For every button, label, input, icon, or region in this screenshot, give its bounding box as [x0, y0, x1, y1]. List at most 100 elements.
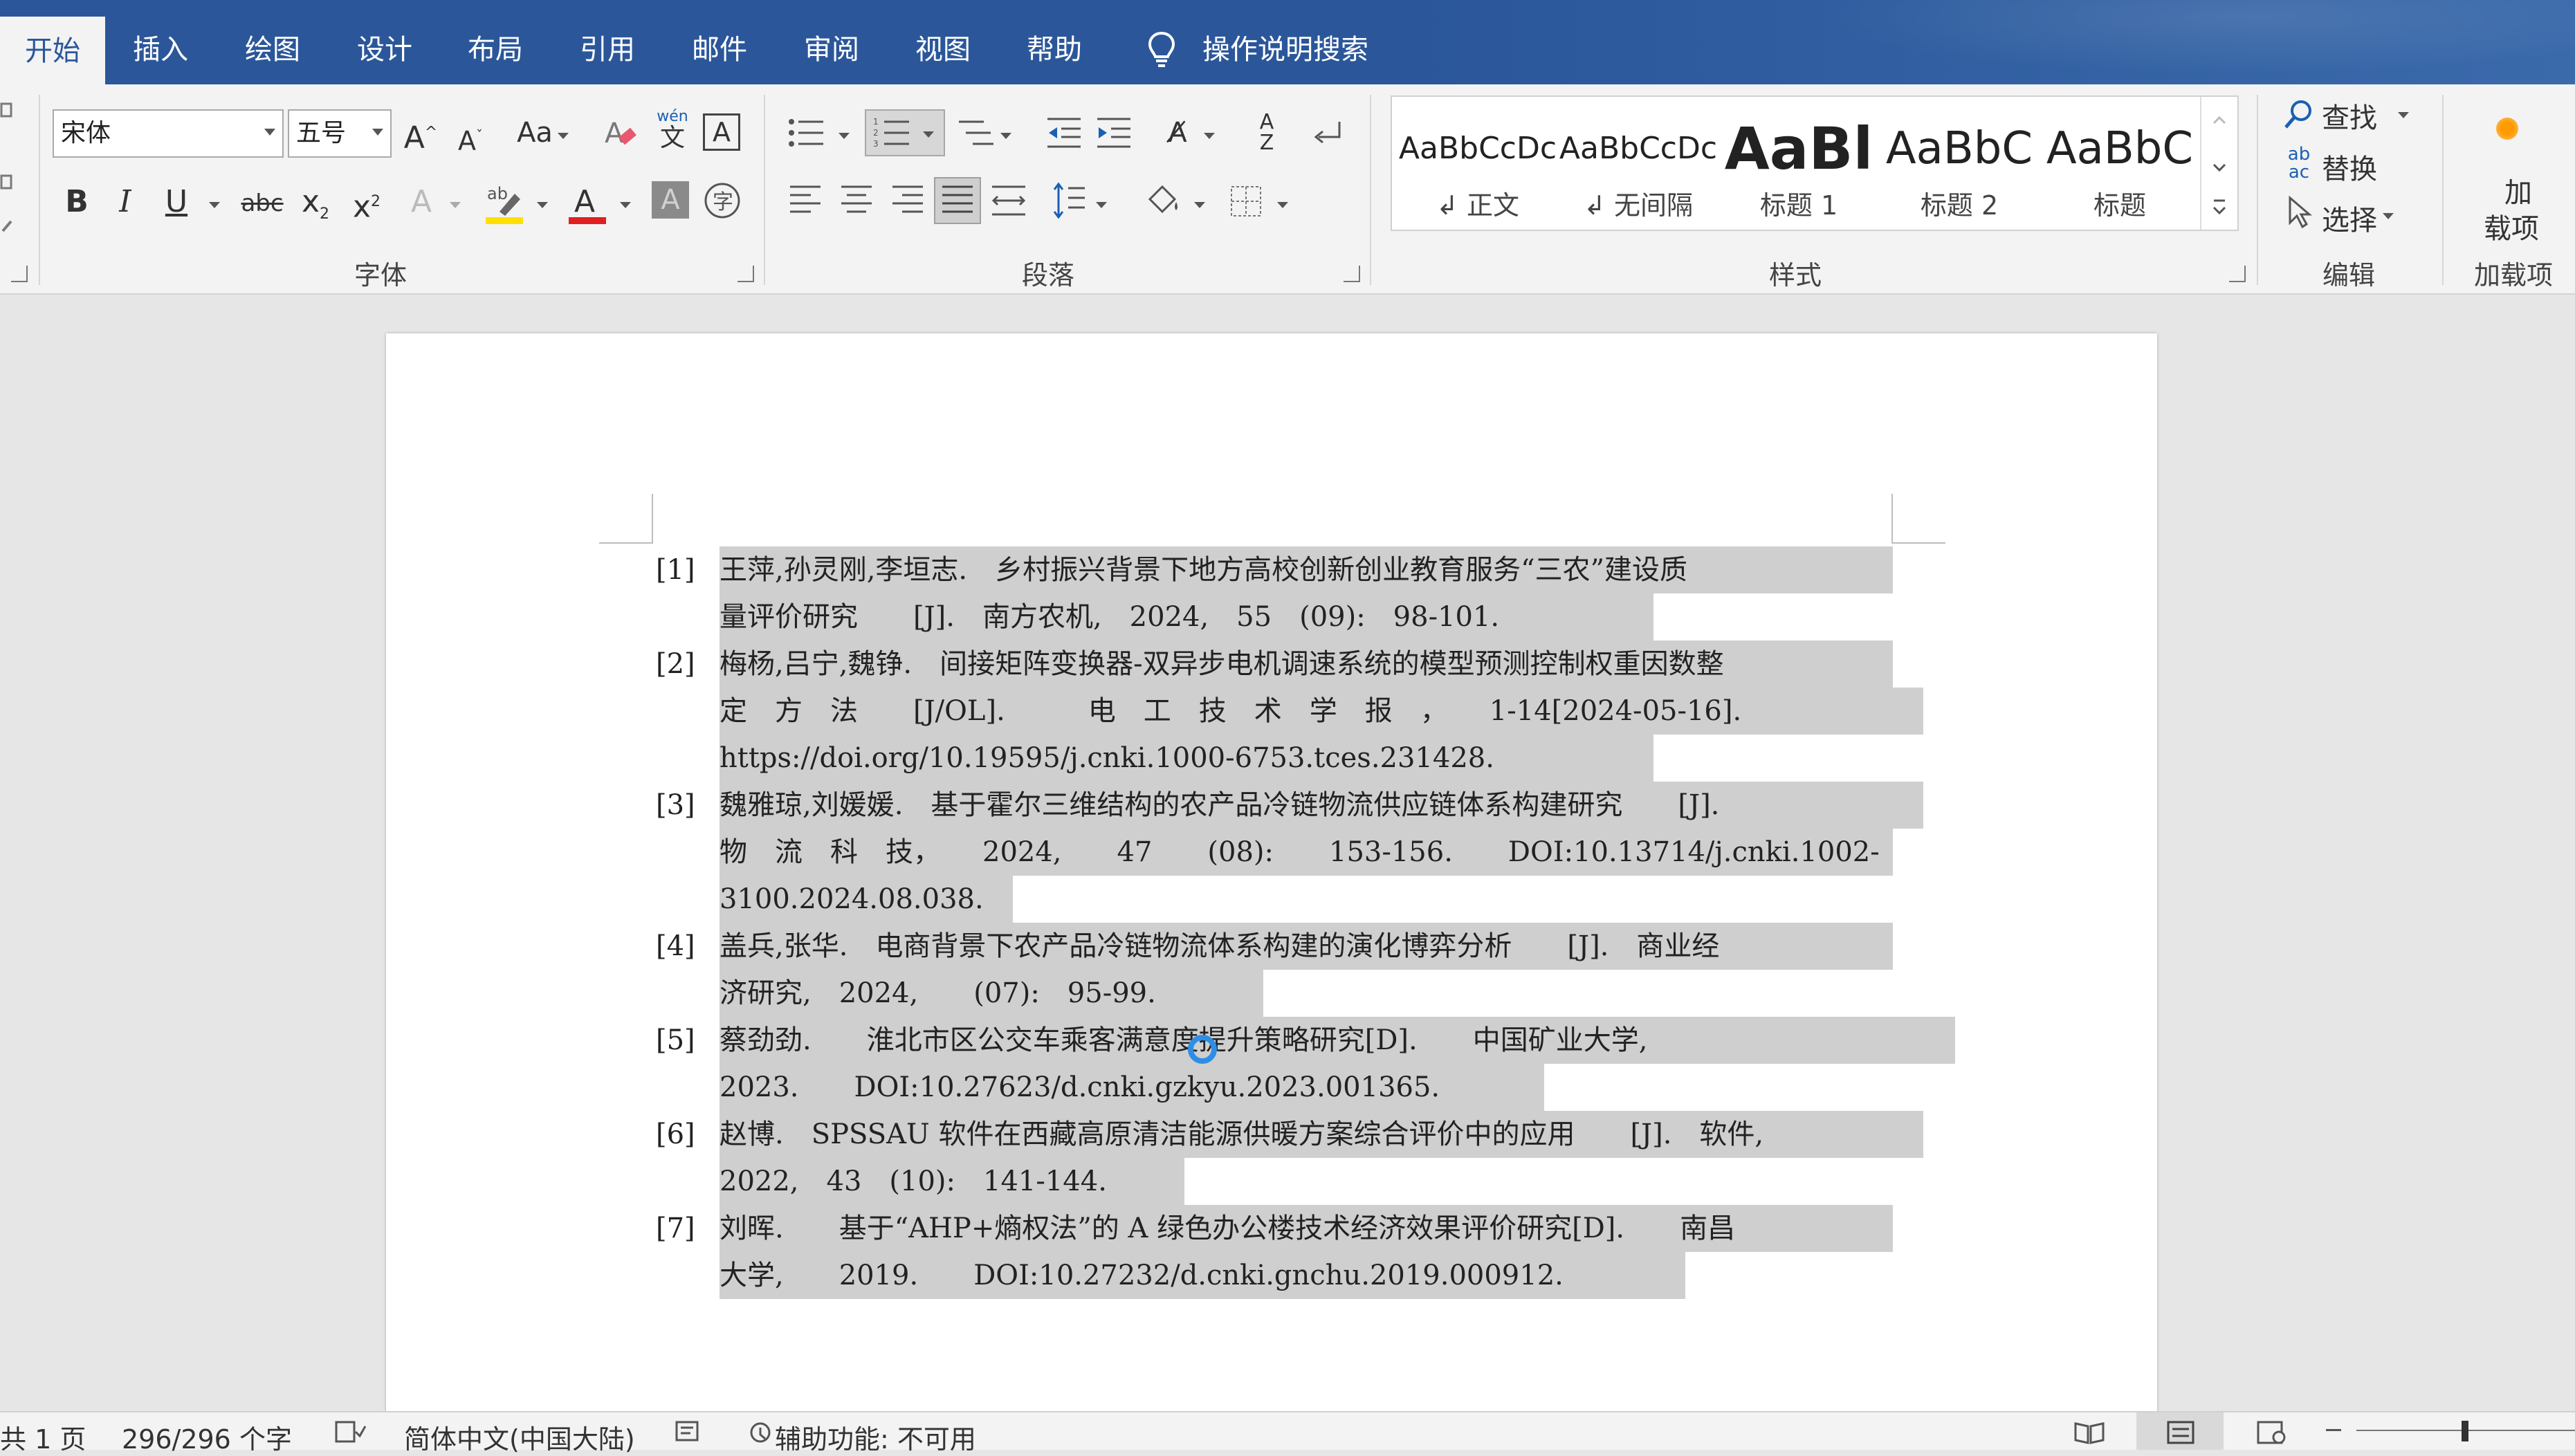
tab-view[interactable]: 视图: [908, 15, 978, 84]
style-heading-2[interactable]: AaBbC 标题 2: [1879, 97, 2040, 230]
distributed-icon[interactable]: [991, 183, 1027, 219]
reference-line[interactable]: 量评价研究 [J]. 南方农机, 2024, 55 (09): 98-101.: [720, 593, 1499, 641]
chevron-down-icon[interactable]: [1277, 202, 1288, 208]
language-indicator[interactable]: 简体中文(中国大陆): [404, 1418, 635, 1456]
reference-line[interactable]: 王萍,孙灵刚,李垣志. 乡村振兴背景下地方高校创新创业教育服务“三农”建设质: [720, 546, 1687, 593]
font-size-box[interactable]: 五号: [288, 109, 392, 158]
clipboard-icons[interactable]: [0, 98, 17, 320]
styles-dialog-launcher-icon[interactable]: [2229, 266, 2246, 282]
zoom-out-icon[interactable]: [2326, 1429, 2341, 1431]
chevron-down-icon[interactable]: [923, 131, 934, 138]
track-changes-icon[interactable]: [675, 1421, 706, 1443]
chevron-down-icon[interactable]: [2398, 112, 2409, 118]
change-case-icon[interactable]: Aa: [511, 112, 559, 154]
clipboard-launcher-icon[interactable]: [11, 266, 28, 282]
proofing-icon[interactable]: [335, 1421, 367, 1443]
multilevel-list-icon[interactable]: [956, 116, 995, 149]
reference-line[interactable]: 魏雅琼,刘媛媛. 基于霍尔三维结构的农产品冷链物流供应链体系构建研究 [J].: [720, 782, 1719, 829]
tab-insert[interactable]: 插入: [126, 15, 195, 84]
chevron-down-icon[interactable]: [1194, 202, 1205, 208]
show-formatting-marks-icon[interactable]: [1312, 119, 1345, 149]
style-heading-1[interactable]: AaBl 标题 1: [1719, 97, 1879, 230]
zoom-slider-thumb[interactable]: [2462, 1421, 2468, 1441]
tab-help[interactable]: 帮助: [1020, 15, 1089, 84]
increase-indent-icon[interactable]: [1096, 116, 1132, 149]
tab-design[interactable]: 设计: [350, 15, 419, 84]
replace-icon[interactable]: ab ac: [2280, 145, 2318, 181]
tab-references[interactable]: 引用: [573, 15, 642, 84]
font-name-box[interactable]: 宋体: [53, 109, 284, 158]
replace-button[interactable]: 替换: [2322, 147, 2377, 187]
lightbulb-icon[interactable]: [1146, 30, 1177, 69]
enclose-characters-icon[interactable]: 字: [703, 181, 742, 220]
chevron-down-icon[interactable]: [1096, 202, 1107, 208]
phonetic-guide-icon[interactable]: wén 文: [653, 109, 692, 152]
tab-home[interactable]: 开始: [0, 17, 105, 84]
style-title[interactable]: AaBbC 标题: [2040, 97, 2200, 230]
tab-review[interactable]: 审阅: [797, 15, 866, 84]
tab-layout[interactable]: 布局: [461, 15, 530, 84]
addins-button-line2[interactable]: 载项: [2478, 206, 2545, 246]
subscript-icon[interactable]: x2: [296, 181, 335, 235]
text-effects-icon[interactable]: A: [404, 181, 439, 223]
reference-line[interactable]: 刘晖. 基于“AHP+熵权法”的 A 绿色办公楼技术经济效果评价研究[D]. 南…: [720, 1205, 1735, 1252]
character-shading-icon[interactable]: A: [652, 181, 689, 219]
reference-line[interactable]: 济研究, 2024, (07): 95-99.: [720, 970, 1156, 1017]
tab-draw[interactable]: 绘图: [238, 15, 307, 84]
bold-icon[interactable]: B: [59, 181, 94, 223]
reference-line[interactable]: 赵博. SPSSAU 软件在西藏高原清洁能源供暖方案综合评价中的应用 [J]. …: [720, 1111, 1763, 1158]
chevron-down-icon[interactable]: [1000, 133, 1011, 139]
style-no-spacing[interactable]: AaBbCcDc ↲ 无间隔: [1558, 97, 1719, 230]
align-left-icon[interactable]: [789, 183, 822, 219]
reference-line[interactable]: 3100.2024.08.038.: [720, 876, 984, 923]
text-direction-icon[interactable]: A̸: [1158, 112, 1197, 154]
select-button[interactable]: 选择: [2322, 198, 2377, 238]
addins-icon[interactable]: [2496, 118, 2518, 140]
shrink-font-icon[interactable]: Aˇ: [450, 115, 491, 162]
strikethrough-icon[interactable]: abc: [239, 183, 285, 224]
chevron-down-icon[interactable]: [264, 129, 275, 136]
chevron-down-icon[interactable]: [1204, 133, 1215, 139]
word-count[interactable]: 296/296 个字: [122, 1418, 292, 1456]
chevron-down-icon[interactable]: [620, 202, 631, 208]
paragraph-dialog-launcher-icon[interactable]: [1344, 266, 1360, 282]
accessibility-status[interactable]: 辅助功能: 不可用: [775, 1418, 976, 1456]
reference-line[interactable]: 定 方 法 [J/OL]. 电 工 技 术 学 报 ， 1-14[2024-05…: [720, 688, 1741, 735]
tell-me-search[interactable]: 操作说明搜索: [1202, 15, 1417, 84]
read-mode-icon[interactable]: [2074, 1421, 2105, 1444]
select-cursor-icon[interactable]: [2287, 195, 2312, 228]
chevron-down-icon[interactable]: [2383, 213, 2394, 219]
italic-icon[interactable]: I: [108, 181, 143, 223]
search-icon[interactable]: [2283, 98, 2313, 131]
print-layout-button[interactable]: [2136, 1412, 2224, 1450]
addins-button-line1[interactable]: 加: [2491, 170, 2546, 210]
reference-line[interactable]: 物 流 科 技， 2024, 47 (08): 153-156. DOI:10.…: [720, 829, 1880, 876]
styles-gallery-scroll[interactable]: [2200, 97, 2237, 230]
shading-icon[interactable]: [1143, 180, 1182, 221]
reference-line[interactable]: 蔡劲劲. 淮北市区公交车乘客满意度提升策略研究[D]. 中国矿业大学,: [720, 1017, 1647, 1064]
character-border-icon[interactable]: A: [703, 113, 740, 151]
clear-formatting-icon[interactable]: A: [603, 115, 639, 154]
justify-button[interactable]: [934, 177, 981, 224]
font-color-icon[interactable]: A: [567, 181, 609, 225]
reference-line[interactable]: 梅杨,吕宁,魏铮. 间接矩阵变换器-双异步电机调速系统的模型预测控制权重因数整: [720, 641, 1724, 688]
reference-line[interactable]: https://doi.org/10.19595/j.cnki.1000-675…: [720, 735, 1494, 782]
line-spacing-icon[interactable]: [1052, 181, 1086, 220]
page-count[interactable]: 共 1 页: [0, 1418, 86, 1456]
align-right-icon[interactable]: [891, 183, 924, 219]
numbering-button[interactable]: 1 2 3: [865, 109, 945, 156]
decrease-indent-icon[interactable]: [1046, 116, 1082, 149]
reference-line[interactable]: 2023. DOI:10.27623/d.cnki.gzkyu.2023.001…: [720, 1064, 1440, 1111]
sort-icon[interactable]: AZ: [1249, 112, 1284, 154]
reference-line[interactable]: 大学, 2019. DOI:10.27232/d.cnki.gnchu.2019…: [720, 1252, 1564, 1299]
highlight-color-icon[interactable]: ab: [484, 181, 526, 225]
font-dialog-launcher-icon[interactable]: [737, 266, 754, 282]
style-normal[interactable]: AaBbCcDc ↲ 正文: [1398, 97, 1558, 230]
gallery-scroll-icons[interactable]: [2211, 109, 2228, 220]
chevron-down-icon[interactable]: [839, 133, 850, 139]
underline-icon[interactable]: U: [159, 181, 194, 223]
chevron-down-icon[interactable]: [209, 202, 220, 208]
chevron-down-icon[interactable]: [372, 129, 383, 136]
align-center-icon[interactable]: [840, 183, 873, 219]
reference-line[interactable]: 2022, 43 (10): 141-144.: [720, 1158, 1107, 1205]
